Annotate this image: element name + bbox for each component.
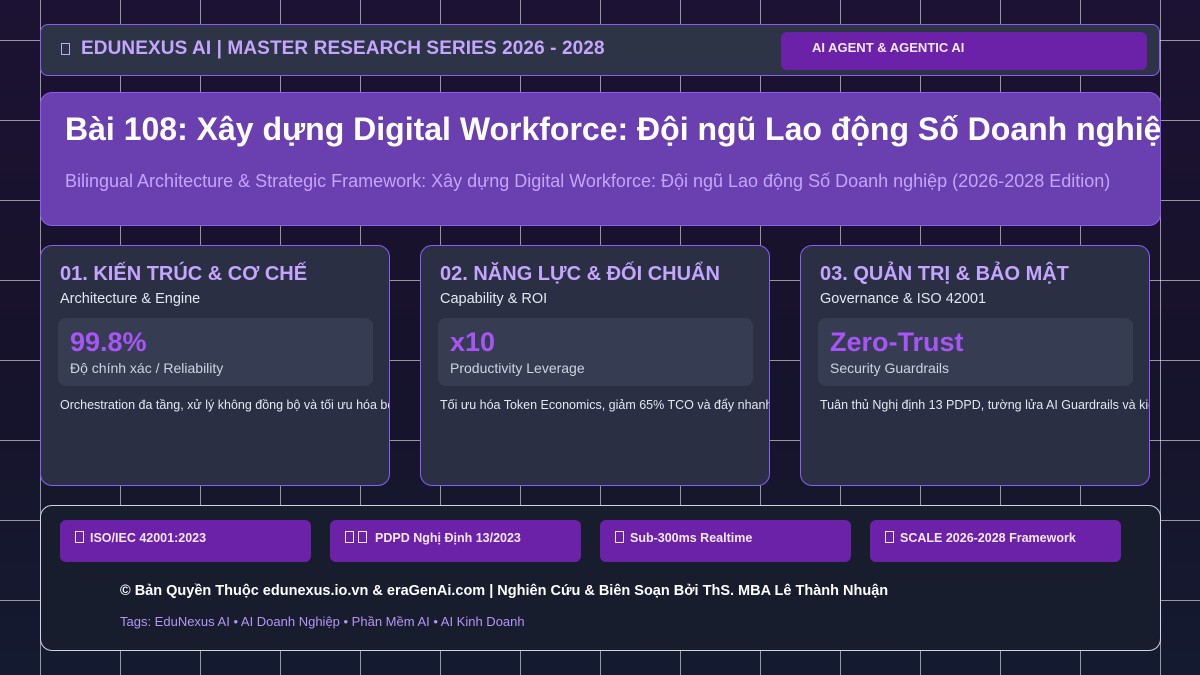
card-description: Tuân thủ Nghị định 13 PDPD, tường lửa AI… <box>820 398 1149 412</box>
series-title-text: EDUNEXUS AI | MASTER RESEARCH SERIES 202… <box>81 38 605 59</box>
missing-glyph-icon <box>61 38 73 60</box>
badge-iso[interactable]: ISO/IEC 42001:2023 <box>60 520 311 562</box>
badge-label: PDPD Nghị Định 13/2023 <box>375 531 521 545</box>
card-description: Orchestration đa tầng, xử lý không đồng … <box>60 398 390 412</box>
metric-label: Độ chính xác / Reliability <box>70 360 224 376</box>
card-architecture: 01. KIẾN TRÚC & CƠ CHẾ Architecture & En… <box>40 245 390 486</box>
card-governance: 03. QUẢN TRỊ & BẢO MẬT Governance & ISO … <box>800 245 1150 486</box>
metric-box: 99.8% Độ chính xác / Reliability <box>58 318 373 386</box>
metric-label: Productivity Leverage <box>450 360 585 376</box>
category-badge[interactable]: AI AGENT & AGENTIC AI <box>781 32 1147 70</box>
card-description: Tối ưu hóa Token Economics, giảm 65% TCO… <box>440 398 770 412</box>
badge-realtime[interactable]: Sub-300ms Realtime <box>600 520 851 562</box>
category-badge-label: AI AGENT & AGENTIC AI <box>812 40 965 55</box>
card-subtitle: Governance & ISO 42001 <box>820 291 987 307</box>
metric-value: 99.8% <box>70 327 147 357</box>
card-subtitle: Architecture & Engine <box>60 291 201 307</box>
copyright-text: © Bản Quyền Thuộc edunexus.io.vn & eraGe… <box>120 583 889 599</box>
card-title: 01. KIẾN TRÚC & CƠ CHẾ <box>60 263 308 285</box>
footer-panel: ISO/IEC 42001:2023 PDPD Nghị Định 13/202… <box>40 505 1161 651</box>
missing-glyph-icon <box>885 520 894 556</box>
metric-box: x10 Productivity Leverage <box>438 318 753 386</box>
header-bar: EDUNEXUS AI | MASTER RESEARCH SERIES 202… <box>40 24 1160 76</box>
badge-label: Sub-300ms Realtime <box>630 531 753 545</box>
badge-label: SCALE 2026-2028 Framework <box>900 531 1076 545</box>
page-subtitle: Bilingual Architecture & Strategic Frame… <box>65 171 1111 191</box>
missing-glyph-icon <box>75 520 84 556</box>
tags-text: Tags: EduNexus AI • AI Doanh Nghiệp • Ph… <box>120 614 525 629</box>
card-title: 02. NĂNG LỰC & ĐỐI CHUẨN <box>440 263 720 285</box>
series-title: EDUNEXUS AI | MASTER RESEARCH SERIES 202… <box>61 38 605 60</box>
badge-label: ISO/IEC 42001:2023 <box>90 531 207 545</box>
card-subtitle: Capability & ROI <box>440 291 548 307</box>
card-capability: 02. NĂNG LỰC & ĐỐI CHUẨN Capability & RO… <box>420 245 770 486</box>
page-title: Bài 108: Xây dựng Digital Workforce: Đội… <box>65 111 1160 147</box>
metric-value: Zero-Trust <box>830 327 964 357</box>
badge-pdpd[interactable]: PDPD Nghị Định 13/2023 <box>330 520 581 562</box>
metric-label: Security Guardrails <box>830 360 950 376</box>
badge-scale[interactable]: SCALE 2026-2028 Framework <box>870 520 1121 562</box>
missing-glyph-icon <box>345 520 369 556</box>
metric-box: Zero-Trust Security Guardrails <box>818 318 1133 386</box>
hero-panel: Bài 108: Xây dựng Digital Workforce: Đội… <box>40 92 1161 226</box>
missing-glyph-icon <box>615 520 624 556</box>
card-title: 03. QUẢN TRỊ & BẢO MẬT <box>820 263 1069 285</box>
metric-value: x10 <box>450 327 496 357</box>
